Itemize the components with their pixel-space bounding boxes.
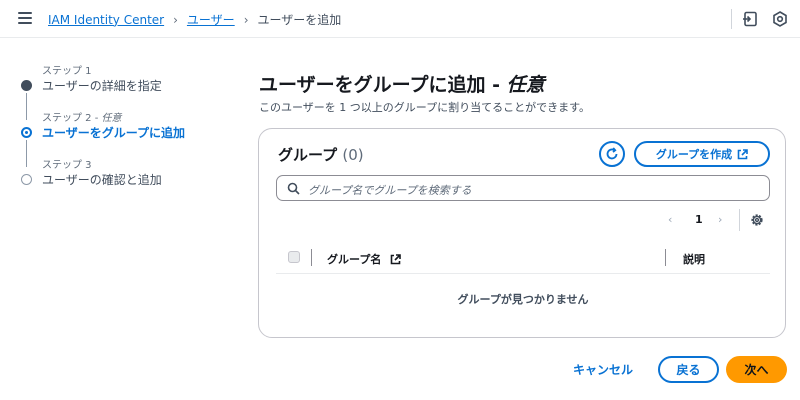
- wizard-step-1[interactable]: ステップ 1 ユーザーの詳細を指定: [18, 60, 228, 107]
- wizard-step-2: ステップ 2 - 任意 ユーザーをグループに追加: [18, 107, 228, 154]
- page-title: ユーザーをグループに追加 - 任意: [259, 74, 545, 96]
- breadcrumb-current: ユーザーを追加: [257, 13, 342, 27]
- step-number: ステップ 3: [42, 160, 92, 171]
- step-status-icon: [21, 174, 32, 185]
- page-number[interactable]: 1: [695, 213, 703, 233]
- step-title: ユーザーの確認と追加: [42, 173, 162, 187]
- wizard-step-3: ステップ 3 ユーザーの確認と追加: [18, 154, 228, 201]
- top-bar: IAM Identity Center › ユーザー › ユーザーを追加: [0, 0, 800, 38]
- group-search-input[interactable]: グループ名でグループを検索する: [276, 175, 770, 201]
- breadcrumb-users[interactable]: ユーザー: [187, 11, 235, 28]
- groups-count: (0): [342, 146, 364, 164]
- divider: [731, 9, 732, 29]
- breadcrumb-iam-identity-center[interactable]: IAM Identity Center: [48, 13, 164, 27]
- empty-state-message: グループが見つかりません: [457, 293, 589, 306]
- column-header-group-name[interactable]: グループ名: [327, 251, 401, 267]
- divider: [739, 209, 740, 231]
- refresh-icon: [606, 147, 618, 160]
- refresh-button[interactable]: [599, 141, 625, 167]
- external-link-icon: [390, 254, 401, 265]
- cancel-button[interactable]: キャンセル: [569, 356, 637, 382]
- menu-icon[interactable]: [18, 12, 32, 24]
- step-number: ステップ 1: [42, 66, 92, 77]
- table-header: グループ名 説明: [276, 243, 770, 274]
- step-title: ユーザーの詳細を指定: [42, 79, 162, 93]
- next-button[interactable]: 次へ: [726, 356, 787, 383]
- breadcrumb: IAM Identity Center › ユーザー › ユーザーを追加: [48, 11, 341, 28]
- settings-hex-icon[interactable]: [771, 10, 789, 28]
- step-status-icon: [21, 127, 32, 138]
- chevron-right-icon: ›: [243, 12, 249, 27]
- column-header-description[interactable]: 説明: [683, 251, 705, 267]
- search-icon: [287, 182, 300, 195]
- step-title: ユーザーをグループに追加: [42, 126, 186, 140]
- notifications-panel-icon[interactable]: [741, 10, 759, 28]
- step-number: ステップ 2 - 任意: [42, 113, 122, 124]
- external-link-icon: [737, 148, 748, 159]
- gear-icon[interactable]: [750, 213, 764, 227]
- back-button[interactable]: 戻る: [658, 356, 719, 383]
- page-description: このユーザーを 1 つ以上のグループに割り当てることができます。: [259, 101, 591, 114]
- chevron-right-icon: ›: [173, 12, 178, 27]
- step-status-icon: [21, 80, 32, 91]
- groups-panel-title: グループ (0): [278, 146, 364, 164]
- groups-panel: グループ (0) グループを作成 グループ名でグループを検索する ‹ 1 › グ…: [258, 128, 786, 338]
- select-all-checkbox[interactable]: [288, 251, 300, 263]
- previous-page-button[interactable]: ‹: [668, 213, 672, 233]
- column-divider: [665, 249, 666, 266]
- column-divider: [311, 249, 312, 266]
- create-group-button[interactable]: グループを作成: [634, 141, 770, 167]
- next-page-button[interactable]: ›: [718, 213, 722, 233]
- wizard-steps: ステップ 1 ユーザーの詳細を指定 ステップ 2 - 任意 ユーザーをグループに…: [18, 60, 228, 201]
- search-placeholder: グループ名でグループを検索する: [308, 184, 472, 197]
